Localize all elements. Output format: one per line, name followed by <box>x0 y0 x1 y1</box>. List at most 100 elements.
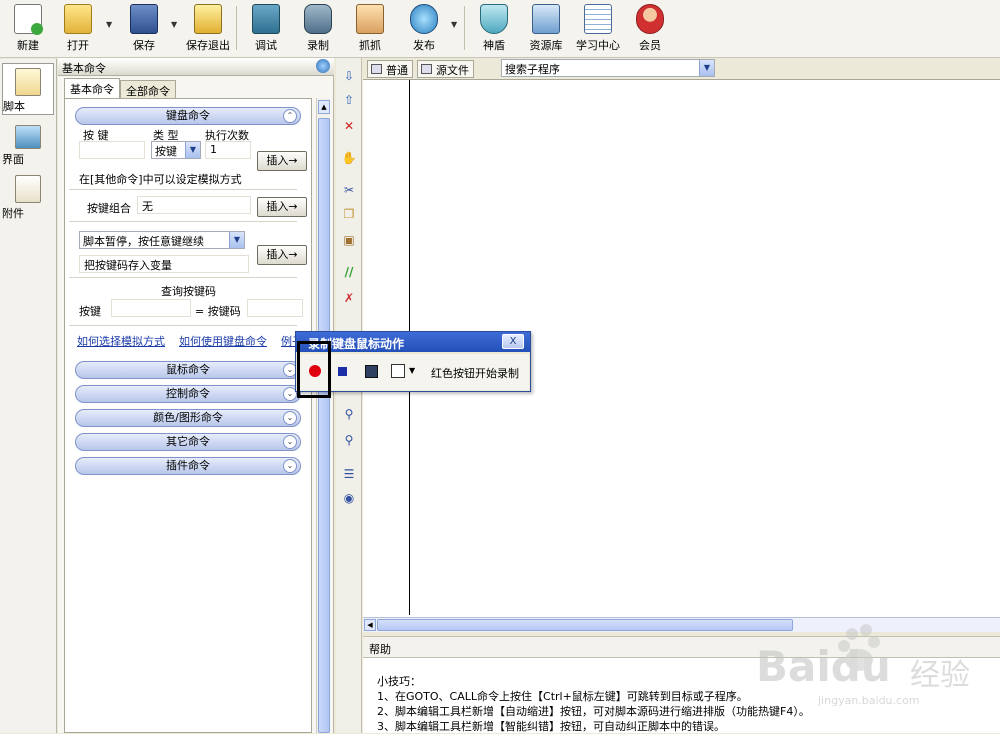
uncomment-icon[interactable]: ✗ <box>341 290 357 306</box>
open-button[interactable]: 打开 <box>50 2 106 54</box>
save-exit-button[interactable]: 保存退出 <box>180 2 236 54</box>
paste-icon[interactable]: ▣ <box>341 232 357 248</box>
command-panel-body: 键盘命令 ⌃ 按 键 类 型 执行次数 按键 ▼ 1 插入→ 在[其他命令]中可… <box>64 98 312 733</box>
help-tip: 3、脚本编辑工具栏新增【智能纠错】按钮，可自动纠正脚本中的错误。 <box>377 720 725 733</box>
list-icon[interactable]: ☰ <box>341 466 357 482</box>
new-script-icon <box>14 4 43 35</box>
close-button[interactable]: X <box>502 334 524 349</box>
save-recording-icon[interactable] <box>365 365 378 378</box>
replace-icon[interactable]: ⚲ <box>341 432 357 448</box>
expand-icon[interactable]: ⌄ <box>283 411 297 425</box>
comment-icon[interactable]: // <box>341 264 357 280</box>
new-button[interactable]: 新建 <box>0 2 56 54</box>
publish-dropdown-icon[interactable]: ▼ <box>451 20 457 29</box>
collapse-icon[interactable]: ⌃ <box>283 109 297 123</box>
command-panel-header: 基本命令 <box>58 58 334 76</box>
open-dropdown-icon[interactable]: ▼ <box>106 20 112 29</box>
color-graphic-commands-header[interactable]: 颜色/图形命令 ⌄ <box>75 409 301 427</box>
key-input[interactable] <box>79 141 145 159</box>
record-dialog-title: 录制键盘鼠标动作 <box>296 332 530 352</box>
record-camera-icon <box>304 4 332 34</box>
query-key-input[interactable] <box>111 299 191 317</box>
scroll-up-icon[interactable]: ▲ <box>318 100 330 114</box>
insert-key-button[interactable]: 插入→ <box>257 151 307 171</box>
search-subroutine-select[interactable]: 搜索子程序 ▼ <box>501 59 715 77</box>
move-down-icon[interactable]: ⇩ <box>341 68 357 84</box>
plugin-commands-header[interactable]: 插件命令 ⌄ <box>75 457 301 475</box>
command-panel: 基本命令 基本命令 全部命令 键盘命令 ⌃ 按 键 类 型 执行次数 按键 ▼ … <box>58 58 334 733</box>
debug-button[interactable]: 调试 <box>238 2 294 54</box>
publish-button[interactable]: 发布 <box>396 2 452 54</box>
source-file-icon <box>421 64 432 74</box>
control-commands-header[interactable]: 控制命令 ⌄ <box>75 385 301 403</box>
scrollbar-thumb[interactable] <box>377 619 793 631</box>
help-title: 帮助 <box>369 643 391 656</box>
toolbar-separator <box>464 6 465 50</box>
script-icon <box>15 68 41 96</box>
tab-source-file[interactable]: 源文件 <box>417 60 474 78</box>
insert-pause-button[interactable]: 插入→ <box>257 245 307 265</box>
cut-icon[interactable]: ✂ <box>341 182 357 198</box>
link-keyboard-usage[interactable]: 如何使用键盘命令 <box>179 333 267 349</box>
pin-icon[interactable] <box>316 59 330 73</box>
grab-hand-icon <box>356 4 384 34</box>
editor-tab-bar: 普通 源文件 搜索子程序 ▼ <box>363 58 1000 80</box>
move-up-icon[interactable]: ⇧ <box>341 92 357 108</box>
view-eye-icon[interactable]: ◉ <box>341 490 357 506</box>
repeat-count-input[interactable]: 1 <box>205 141 251 159</box>
scrollbar-thumb[interactable] <box>318 118 330 733</box>
side-nav: 脚本 界面 附件 <box>0 59 57 733</box>
expand-icon[interactable]: ⌄ <box>283 459 297 473</box>
normal-view-icon <box>371 64 382 74</box>
store-key-variable-input[interactable]: 把按键码存入变量 <box>79 255 249 273</box>
learning-center-icon <box>584 4 612 34</box>
edit-toolbar: ⇩ ⇧ ✕ ✋ ✂ ❐ ▣ // ✗ ⚲ ⚲ ☰ ◉ <box>336 58 362 733</box>
keyboard-commands-header[interactable]: 键盘命令 ⌃ <box>75 107 301 125</box>
record-options-icon[interactable] <box>391 364 405 378</box>
divider <box>69 277 297 278</box>
publish-globe-icon <box>410 4 438 34</box>
nav-item-ui[interactable]: 界面 <box>2 121 54 166</box>
resource-library-button[interactable]: 资源库 <box>518 2 574 54</box>
other-commands-header[interactable]: 其它命令 ⌄ <box>75 433 301 451</box>
save-exit-icon <box>194 4 222 34</box>
nav-item-script[interactable]: 脚本 <box>2 63 54 115</box>
record-stop-button[interactable] <box>338 367 347 376</box>
grab-button[interactable]: 抓抓 <box>342 2 398 54</box>
chevron-down-icon[interactable]: ▼ <box>409 366 415 375</box>
scroll-left-icon[interactable]: ◀ <box>364 619 376 631</box>
shield-button[interactable]: 神盾 <box>466 2 522 54</box>
tab-basic-commands[interactable]: 基本命令 <box>64 78 120 98</box>
chevron-down-icon: ▼ <box>229 232 244 248</box>
key-type-select[interactable]: 按键 ▼ <box>151 141 201 159</box>
save-dropdown-icon[interactable]: ▼ <box>171 20 177 29</box>
copy-icon[interactable]: ❐ <box>341 206 357 222</box>
find-icon[interactable]: ⚲ <box>341 406 357 422</box>
pause-mode-select[interactable]: 脚本暂停，按任意键继续 ▼ <box>79 231 245 249</box>
insert-combo-button[interactable]: 插入→ <box>257 197 307 217</box>
delete-icon[interactable]: ✕ <box>341 118 357 134</box>
record-button[interactable]: 录制 <box>290 2 346 54</box>
mouse-commands-header[interactable]: 鼠标命令 ⌄ <box>75 361 301 379</box>
tab-normal[interactable]: 普通 <box>367 60 413 78</box>
save-button[interactable]: 保存 <box>116 2 172 54</box>
command-panel-scrollbar[interactable]: ▲ <box>316 98 330 733</box>
expand-icon[interactable]: ⌄ <box>283 435 297 449</box>
record-hint: 红色按钮开始录制 <box>431 367 519 380</box>
key-combo-input[interactable]: 无 <box>137 196 251 214</box>
hand-icon[interactable]: ✋ <box>341 150 357 166</box>
nav-item-attachment[interactable]: 附件 <box>2 171 54 220</box>
attachment-icon <box>15 175 41 203</box>
highlight-box <box>297 341 331 398</box>
tab-all-commands[interactable]: 全部命令 <box>120 80 176 98</box>
record-toolbar: ▼ 红色按钮开始录制 <box>297 354 529 390</box>
learning-center-button[interactable]: 学习中心 <box>570 2 626 54</box>
member-button[interactable]: 会员 <box>622 2 678 54</box>
open-folder-icon <box>64 4 92 34</box>
link-simulation-mode[interactable]: 如何选择模拟方式 <box>77 333 165 349</box>
baidu-watermark: Baidu 经验 jingyan.baidu.com <box>748 620 998 710</box>
divider <box>69 189 297 190</box>
toolbar-separator <box>236 6 237 50</box>
query-code-output <box>247 299 303 317</box>
main-toolbar: 新建 打开 ▼ 保存 ▼ 保存退出 调试 录制 抓抓 发布 ▼ 神盾 资源库 学… <box>0 0 1000 58</box>
